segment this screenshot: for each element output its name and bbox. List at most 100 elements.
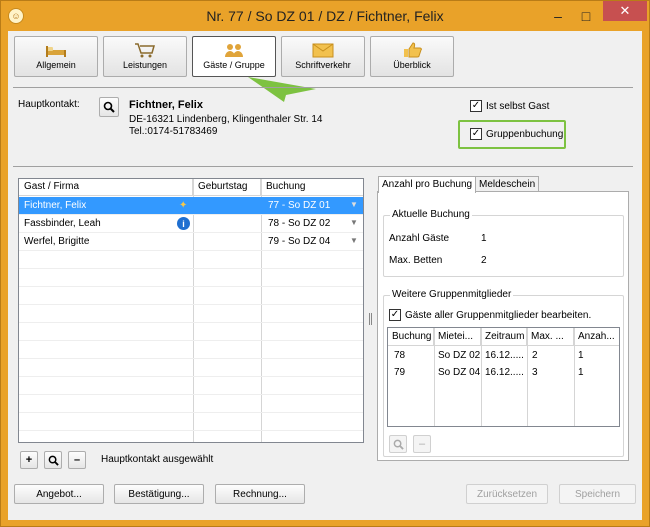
toolbar-button-allgemein[interactable]: Allgemein: [14, 36, 98, 77]
guest-table[interactable]: Gast / Firma Geburtstag Buchung Fichtner…: [18, 178, 364, 443]
divider: [13, 87, 633, 88]
member-count: 1: [578, 367, 584, 378]
save-button[interactable]: Speichern: [559, 484, 636, 504]
checkmark-icon: ✓: [389, 309, 401, 321]
member-remove-button[interactable]: –: [413, 435, 431, 453]
reset-button[interactable]: Zurücksetzen: [466, 484, 548, 504]
current-booking-group: Aktuelle Buchung Anzahl Gäste 1 Max. Bet…: [383, 209, 624, 277]
toolbar-button-schriftverkehr[interactable]: Schriftverkehr: [281, 36, 365, 77]
plus-icon: +: [25, 454, 33, 466]
star-icon: ✦: [179, 200, 188, 211]
people-icon: [225, 44, 243, 57]
member-count: 1: [578, 350, 584, 361]
envelope-icon: [312, 43, 334, 58]
edit-all-members-label: Gäste aller Gruppenmitglieder bearbeiten…: [405, 309, 592, 321]
group-title: Weitere Gruppenmitglieder: [390, 289, 514, 300]
title-bar: ☺ Nr. 77 / So DZ 01 / DZ / Fichtner, Fel…: [1, 1, 649, 31]
member-period: 16.12.....: [485, 350, 524, 361]
chevron-down-icon[interactable]: ▼: [350, 218, 358, 227]
max-beds-label: Max. Betten: [389, 255, 443, 266]
search-icon: [48, 455, 59, 466]
member-period: 16.12.....: [485, 367, 524, 378]
column-header[interactable]: Gast / Firma: [19, 179, 193, 196]
members-table[interactable]: Buchung Mietei... Zeitraum Max. ... Anza…: [387, 327, 620, 427]
guest-name: Werfel, Brigitte: [24, 236, 90, 247]
contact-phone: Tel.:0174-51783469: [129, 126, 218, 137]
table-row[interactable]: Werfel, Brigitte 79 - So DZ 04 ▼: [19, 233, 363, 251]
info-icon[interactable]: i: [177, 217, 190, 230]
bed-icon: [46, 46, 66, 57]
toolbar-button-ueberblick[interactable]: Überblick: [370, 36, 454, 77]
column-header[interactable]: Anzah...: [574, 328, 619, 346]
chevron-down-icon[interactable]: ▼: [350, 200, 358, 209]
column-header[interactable]: Zeitraum: [481, 328, 527, 346]
tab-anzahl-pro-buchung[interactable]: Anzahl pro Buchung: [378, 176, 477, 193]
remove-guest-button[interactable]: –: [68, 451, 86, 469]
member-room: So DZ 02: [438, 350, 481, 361]
minimize-icon[interactable]: –: [547, 7, 569, 25]
booking-select[interactable]: 78 - So DZ 02: [268, 218, 330, 229]
maximize-icon[interactable]: □: [575, 7, 597, 25]
member-room: So DZ 04: [438, 367, 481, 378]
toolbar-label: Allgemein: [36, 60, 76, 70]
search-icon: [103, 101, 115, 113]
member-booking: 78: [394, 350, 406, 361]
status-text: Hauptkontakt ausgewählt: [101, 454, 214, 465]
close-icon[interactable]: ✕: [603, 1, 647, 21]
contact-name: Fichtner, Felix: [129, 99, 203, 111]
column-header[interactable]: Max. ...: [527, 328, 574, 346]
cart-icon: [135, 43, 155, 58]
group-title: Aktuelle Buchung: [390, 209, 472, 220]
offer-button[interactable]: Angebot...: [14, 484, 104, 504]
toolbar-button-leistungen[interactable]: Leistungen: [103, 36, 187, 77]
add-guest-button[interactable]: +: [20, 451, 38, 469]
column-header[interactable]: Buchung: [388, 328, 434, 346]
toolbar-label: Gäste / Gruppe: [203, 60, 265, 70]
booking-select[interactable]: 79 - So DZ 04: [268, 236, 330, 247]
member-max: 3: [532, 367, 538, 378]
contact-address: DE-16321 Lindenberg, Klingenthaler Str. …: [129, 114, 323, 125]
invoice-button[interactable]: Rechnung...: [215, 484, 305, 504]
splitter-handle[interactable]: [369, 313, 372, 325]
confirmation-button[interactable]: Bestätigung...: [114, 484, 204, 504]
minus-icon: –: [418, 438, 426, 450]
booking-select[interactable]: 77 - So DZ 01: [268, 200, 330, 211]
tab-meldeschein[interactable]: Meldeschein: [475, 176, 540, 192]
table-row[interactable]: Fassbinder, Leah i 78 - So DZ 02 ▼: [19, 215, 363, 233]
checkmark-icon: ✓: [470, 128, 482, 140]
group-booking-label: Gruppenbuchung: [486, 128, 564, 140]
group-booking-checkbox[interactable]: ✓ Gruppenbuchung: [470, 128, 563, 140]
member-search-button[interactable]: [389, 435, 407, 453]
edit-all-members-checkbox[interactable]: ✓ Gäste aller Gruppenmitglieder bearbeit…: [389, 309, 591, 321]
table-row[interactable]: 78 So DZ 02 16.12..... 2 1: [388, 347, 619, 364]
column-header[interactable]: Geburtstag: [193, 179, 261, 196]
dialog-content: Allgemein Leistungen Gäste / Gruppe Schr…: [8, 31, 642, 520]
guest-name: Fichtner, Felix: [24, 200, 87, 211]
guest-name: Fassbinder, Leah: [24, 218, 101, 229]
thumbs-up-icon: [404, 42, 422, 58]
pointer-arrow: [248, 77, 316, 102]
self-guest-label: Ist selbst Gast: [486, 100, 550, 112]
chevron-down-icon[interactable]: ▼: [350, 236, 358, 245]
search-icon: [393, 439, 404, 450]
toolbar-button-gaeste-gruppe[interactable]: Gäste / Gruppe: [192, 36, 276, 77]
table-row[interactable]: Fichtner, Felix ✦ 77 - So DZ 01 ▼: [19, 197, 363, 215]
guests-count-value: 1: [481, 233, 487, 244]
divider: [13, 166, 633, 167]
search-guest-button[interactable]: [44, 451, 62, 469]
toolbar-label: Überblick: [393, 60, 431, 70]
self-guest-checkbox[interactable]: ✓ Ist selbst Gast: [470, 100, 549, 112]
minus-icon: –: [73, 454, 81, 466]
table-row[interactable]: 79 So DZ 04 16.12..... 3 1: [388, 364, 619, 381]
window: ☺ Nr. 77 / So DZ 01 / DZ / Fichtner, Fel…: [0, 0, 650, 527]
checkmark-icon: ✓: [470, 100, 482, 112]
toolbar-label: Leistungen: [122, 60, 168, 70]
contact-search-button[interactable]: [99, 97, 119, 117]
column-header[interactable]: Buchung: [261, 179, 363, 196]
column-header[interactable]: Mietei...: [434, 328, 481, 346]
member-max: 2: [532, 350, 538, 361]
toolbar-label: Schriftverkehr: [295, 60, 351, 70]
max-beds-value: 2: [481, 255, 487, 266]
contact-label: Hauptkontakt:: [18, 99, 80, 110]
guests-count-label: Anzahl Gäste: [389, 233, 450, 244]
